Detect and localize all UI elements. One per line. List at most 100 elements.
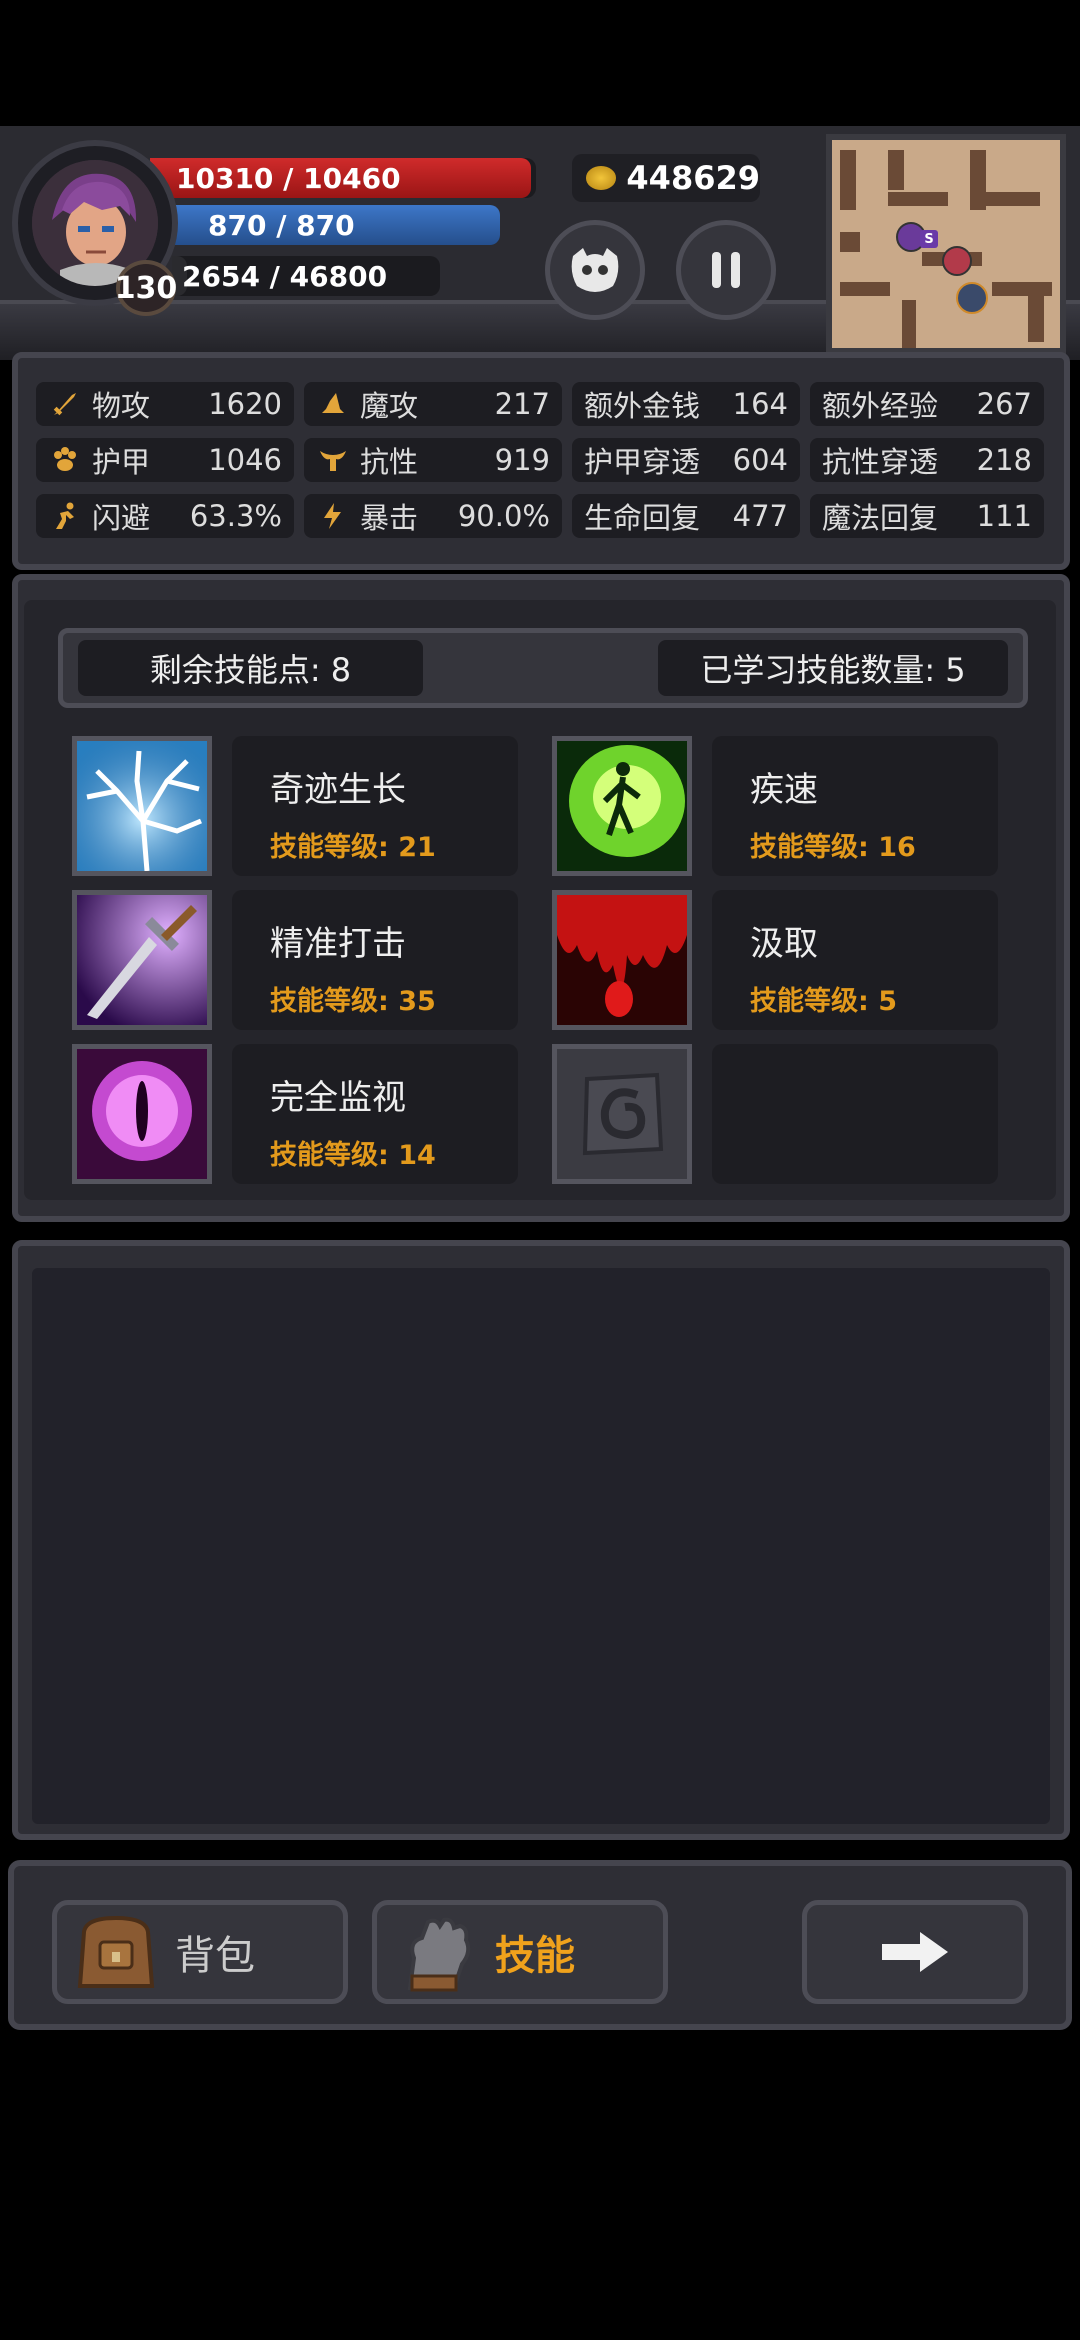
stat-mp-regen: 魔法回复 111 bbox=[810, 494, 1044, 538]
sword-skill-icon bbox=[77, 895, 207, 1025]
green-figure-icon bbox=[557, 741, 687, 871]
bag-button[interactable]: 背包 bbox=[52, 1900, 348, 2004]
level-badge: 130 bbox=[115, 260, 177, 316]
pause-button[interactable] bbox=[676, 220, 776, 320]
stat-label: 抗性 bbox=[360, 445, 419, 479]
skill-card-1[interactable]: 奇迹生长 技能等级: 21 bbox=[232, 736, 518, 876]
skill-name: 精准打击 bbox=[270, 924, 406, 964]
stat-hp-regen: 生命回复 477 bbox=[572, 494, 800, 538]
minimap-shop-marker: S bbox=[920, 230, 938, 248]
stat-value: 218 bbox=[976, 443, 1032, 477]
xp-text: 2654 / 46800 bbox=[182, 259, 388, 293]
skill-card-2[interactable]: 疾速 技能等级: 16 bbox=[712, 736, 998, 876]
minimap[interactable]: S bbox=[826, 134, 1066, 354]
stat-label: 额外经验 bbox=[822, 389, 939, 423]
stat-value: 267 bbox=[976, 387, 1032, 421]
skill-slot-4[interactable] bbox=[552, 890, 692, 1030]
stat-value: 63.3% bbox=[189, 499, 282, 533]
eye-icon bbox=[77, 1049, 207, 1179]
stat-value: 217 bbox=[494, 387, 550, 421]
stat-extra-gold: 额外金钱 164 bbox=[572, 382, 800, 426]
minimap-wall bbox=[970, 192, 1040, 206]
stat-value: 164 bbox=[732, 387, 788, 421]
minimap-wall bbox=[840, 282, 890, 296]
ghost-face-icon bbox=[571, 248, 619, 292]
minimap-wall bbox=[1028, 282, 1044, 342]
stat-label: 物攻 bbox=[92, 389, 151, 423]
stat-label: 闪避 bbox=[92, 501, 151, 535]
sword-icon bbox=[48, 387, 82, 421]
stat-label: 抗性穿透 bbox=[822, 445, 939, 479]
lightning-icon bbox=[316, 499, 350, 533]
skill-slot-empty[interactable] bbox=[552, 1044, 692, 1184]
next-button[interactable] bbox=[802, 1900, 1028, 2004]
skill-name: 奇迹生长 bbox=[270, 770, 406, 810]
skill-level: 技能等级: 35 bbox=[270, 986, 436, 1017]
stat-dodge: 闪避 63.3% bbox=[36, 494, 294, 538]
minimap-wall bbox=[902, 300, 916, 348]
stat-value: 111 bbox=[976, 499, 1032, 533]
stat-armor-penetration: 护甲穿透 604 bbox=[572, 438, 800, 482]
stat-value: 604 bbox=[732, 443, 788, 477]
stat-label: 魔法回复 bbox=[822, 501, 939, 535]
stat-value: 1046 bbox=[208, 443, 282, 477]
mp-bar: 870 / 870 bbox=[172, 205, 500, 245]
minimap-wall bbox=[888, 192, 948, 206]
skill-name: 完全监视 bbox=[270, 1078, 406, 1118]
stat-armor: 护甲 1046 bbox=[36, 438, 294, 482]
arrow-right-icon bbox=[882, 1932, 948, 1972]
skill-card-5[interactable]: 完全监视 技能等级: 14 bbox=[232, 1044, 518, 1184]
gold-counter: 448629 bbox=[572, 154, 760, 202]
stat-value: 1620 bbox=[208, 387, 282, 421]
xp-bar: 2654 / 46800 bbox=[172, 256, 440, 296]
minimap-enemy-marker bbox=[942, 246, 972, 276]
skill-slot-1[interactable] bbox=[72, 736, 212, 876]
skill-slot-5[interactable] bbox=[72, 1044, 212, 1184]
gauntlet-icon bbox=[391, 1907, 481, 1997]
skill-slot-3[interactable] bbox=[72, 890, 212, 1030]
skill-level: 技能等级: 14 bbox=[270, 1140, 436, 1171]
minimap-wall bbox=[888, 150, 904, 190]
lightning-tree-icon bbox=[77, 741, 207, 871]
skill-name: 疾速 bbox=[750, 770, 818, 810]
skill-label: 技能 bbox=[495, 1933, 575, 1979]
hp-text: 10310 / 10460 bbox=[176, 161, 401, 195]
remaining-skill-points: 剩余技能点: 8 bbox=[78, 640, 423, 696]
stat-resistance-penetration: 抗性穿透 218 bbox=[810, 438, 1044, 482]
stat-value: 477 bbox=[732, 499, 788, 533]
stat-label: 生命回复 bbox=[584, 501, 701, 535]
stat-value: 90.0% bbox=[457, 499, 550, 533]
horns-icon bbox=[316, 443, 350, 477]
blood-drip-icon bbox=[557, 895, 687, 1025]
skill-card-4[interactable]: 汲取 技能等级: 5 bbox=[712, 890, 998, 1030]
stat-physical-attack: 物攻 1620 bbox=[36, 382, 294, 426]
stat-value: 919 bbox=[494, 443, 550, 477]
skill-tab-button[interactable]: 技能 bbox=[372, 1900, 668, 2004]
skill-card-empty bbox=[712, 1044, 998, 1184]
minimap-wall bbox=[840, 150, 856, 210]
skill-card-3[interactable]: 精准打击 技能等级: 35 bbox=[232, 890, 518, 1030]
stat-magic-attack: 魔攻 217 bbox=[304, 382, 562, 426]
stat-label: 护甲穿透 bbox=[584, 445, 701, 479]
skill-level: 技能等级: 5 bbox=[750, 986, 897, 1017]
stat-label: 额外金钱 bbox=[584, 389, 701, 423]
character-button[interactable] bbox=[545, 220, 645, 320]
skill-name: 汲取 bbox=[750, 924, 818, 964]
skill-level: 技能等级: 16 bbox=[750, 832, 916, 863]
stat-extra-exp: 额外经验 267 bbox=[810, 382, 1044, 426]
minimap-wall bbox=[840, 232, 860, 252]
learned-skill-count: 已学习技能数量: 5 bbox=[658, 640, 1008, 696]
running-icon bbox=[48, 499, 82, 533]
gold-coin-icon bbox=[586, 166, 617, 190]
gold-amount: 448629 bbox=[626, 159, 760, 197]
mp-text: 870 / 870 bbox=[208, 208, 355, 242]
empty-rune-icon bbox=[557, 1049, 687, 1179]
paw-icon bbox=[48, 443, 82, 477]
hp-bar: 10310 / 10460 bbox=[150, 158, 536, 198]
skill-level: 技能等级: 21 bbox=[270, 832, 436, 863]
stat-crit: 暴击 90.0% bbox=[304, 494, 562, 538]
skill-slot-2[interactable] bbox=[552, 736, 692, 876]
minimap-enemy-marker bbox=[956, 282, 988, 314]
stat-label: 暴击 bbox=[360, 501, 419, 535]
detail-panel-inner bbox=[32, 1268, 1050, 1824]
